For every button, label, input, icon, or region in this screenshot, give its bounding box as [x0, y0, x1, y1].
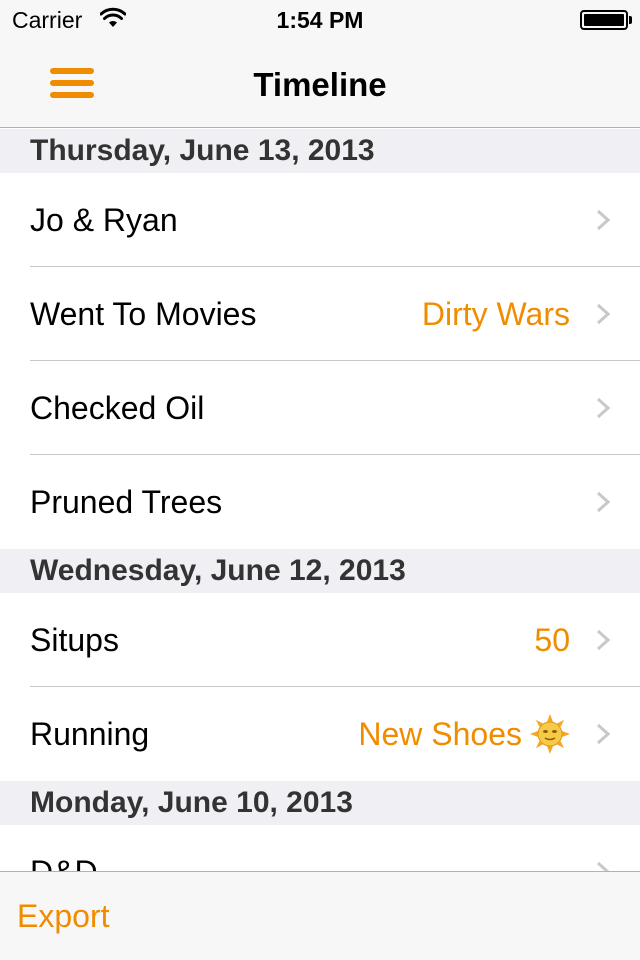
export-button[interactable]: Export — [17, 898, 109, 935]
list-item[interactable]: Pruned Trees — [0, 455, 640, 549]
chevron-right-icon — [596, 723, 610, 745]
list-item[interactable]: Running New Shoes — [0, 687, 640, 781]
section-header-june-13: Thursday, June 13, 2013 — [0, 129, 640, 173]
chevron-right-icon — [596, 209, 610, 231]
row-title: Went To Movies — [30, 296, 257, 332]
battery-tip — [629, 16, 632, 24]
row-title: Checked Oil — [30, 390, 205, 426]
status-bar: Carrier 1:54 PM — [0, 0, 640, 40]
chevron-right-icon — [596, 861, 610, 871]
list-item[interactable]: Went To Movies Dirty Wars — [0, 267, 640, 361]
battery-full-icon — [580, 10, 628, 30]
row-title: Jo & Ryan — [30, 202, 178, 238]
chevron-right-icon — [596, 629, 610, 651]
row-detail: 50 — [534, 622, 570, 658]
list-item[interactable]: Jo & Ryan — [0, 173, 640, 267]
chevron-right-icon — [596, 491, 610, 513]
section-header-june-10: Monday, June 10, 2013 — [0, 781, 640, 825]
row-title: Situps — [30, 622, 119, 658]
row-detail: New Shoes — [358, 716, 522, 752]
row-title: Pruned Trees — [30, 484, 223, 520]
timeline-list[interactable]: Thursday, June 13, 2013 Jo & Ryan Went T… — [0, 129, 640, 871]
chevron-right-icon — [596, 397, 610, 419]
row-title: D&D — [30, 825, 98, 871]
row-detail: Dirty Wars — [421, 296, 570, 332]
section-header-june-12: Wednesday, June 12, 2013 — [0, 549, 640, 593]
bottom-toolbar: Export — [0, 871, 640, 960]
status-time: 1:54 PM — [276, 7, 364, 33]
list-item[interactable]: D&D — [0, 825, 640, 871]
list-item[interactable]: Situps 50 — [0, 593, 640, 687]
chevron-right-icon — [596, 303, 610, 325]
list-item[interactable]: Checked Oil — [0, 361, 640, 455]
row-detail-container: New Shoes — [358, 687, 570, 781]
row-title: Running — [30, 716, 150, 752]
navigation-bar: Timeline — [0, 40, 640, 128]
page-title: Timeline — [253, 66, 387, 103]
sun-face-emoji-icon — [530, 713, 570, 754]
